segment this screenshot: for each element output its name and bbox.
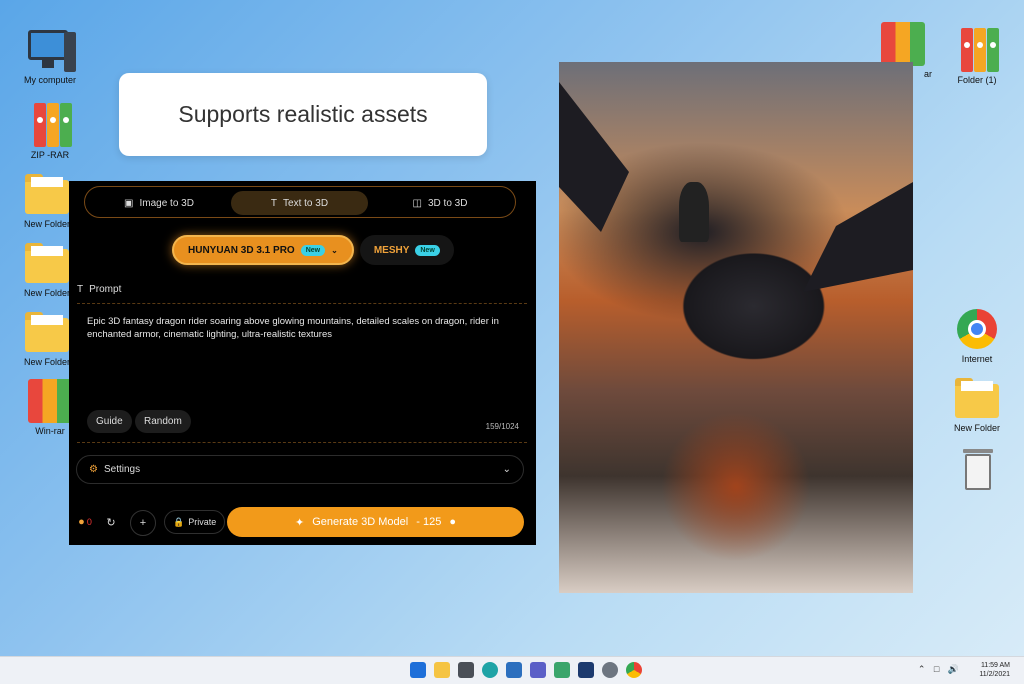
- image-icon: ▣: [124, 197, 134, 209]
- desktop-icon-internet[interactable]: Internet: [944, 307, 1010, 364]
- model-hunyuan-button[interactable]: HUNYUAN 3D 3.1 PRO New ⌄: [172, 235, 354, 265]
- refresh-button[interactable]: ↻: [99, 510, 123, 534]
- maps-icon[interactable]: [554, 662, 570, 678]
- winrar-icon: [955, 28, 999, 72]
- recycle-bin-icon: [955, 449, 999, 494]
- file-explorer-icon[interactable]: [434, 662, 450, 678]
- teams-icon[interactable]: [530, 662, 546, 678]
- chrome-icon[interactable]: [626, 662, 642, 678]
- character-counter: 159/1024: [485, 422, 519, 431]
- start-icon[interactable]: [410, 662, 426, 678]
- system-tray[interactable]: ⌃ □ 🔊: [918, 664, 962, 675]
- desktop-icon-label: ZIP -RAR: [30, 150, 70, 160]
- winrar-icon: [28, 103, 72, 147]
- tab-text-to-3d[interactable]: T Text to 3D: [231, 191, 368, 215]
- store-icon[interactable]: [506, 662, 522, 678]
- taskbar: ⌃ □ 🔊 11:59 AM 11/2/2021: [0, 656, 1024, 684]
- camera-icon[interactable]: [458, 662, 474, 678]
- chevron-down-icon: ⌄: [502, 464, 511, 475]
- text-to-3d-panel: ▣ Image to 3D T Text to 3D ◫ 3D to 3D HU…: [69, 181, 536, 545]
- chevron-down-icon: ⌄: [331, 245, 338, 255]
- prompt-label: T Prompt: [77, 284, 122, 295]
- mode-tabs: ▣ Image to 3D T Text to 3D ◫ 3D to 3D: [84, 186, 516, 218]
- prompt-input[interactable]: Epic 3D fantasy dragon rider soaring abo…: [77, 303, 527, 443]
- folder-icon: [25, 310, 69, 354]
- tab-3d-to-3d[interactable]: ◫ 3D to 3D: [370, 191, 510, 215]
- folder-icon: [955, 376, 999, 420]
- clock[interactable]: 11:59 AM 11/2/2021: [979, 661, 1010, 679]
- app-icon[interactable]: [578, 662, 594, 678]
- folder-icon: [25, 172, 69, 216]
- tab-image-to-3d[interactable]: ▣ Image to 3D: [89, 191, 229, 215]
- random-button[interactable]: Random: [135, 410, 191, 433]
- desktop-icon-label: Internet: [961, 354, 993, 364]
- feature-banner: Supports realistic assets: [119, 73, 487, 156]
- cube-icon: ◫: [412, 197, 422, 209]
- settings-dropdown[interactable]: ⚙ Settings ⌄: [76, 455, 524, 484]
- text-icon: T: [270, 197, 278, 209]
- add-button[interactable]: +: [130, 510, 156, 536]
- magic-wand-icon: ✦: [295, 516, 305, 529]
- winrar-icon: [28, 379, 72, 423]
- gear-icon: ⚙: [89, 464, 98, 475]
- chrome-icon: [955, 307, 999, 351]
- guide-button[interactable]: Guide: [87, 410, 132, 433]
- desktop-icon-zip-rar[interactable]: ZIP -RAR: [17, 103, 83, 160]
- desktop-icon-my-computer[interactable]: My computer: [17, 28, 83, 85]
- generate-3d-model-button[interactable]: ✦ Generate 3D Model - 125 ●: [227, 507, 524, 537]
- credits-indicator: ● 0: [78, 516, 92, 528]
- desktop-icon-label: Folder (1): [957, 75, 997, 85]
- computer-icon: [28, 28, 76, 72]
- action-bar: ● 0 ↻ + 🔒 Private ✦ Generate 3D Model - …: [69, 507, 536, 539]
- desktop-icon-folder-1[interactable]: Folder (1): [944, 28, 1010, 85]
- new-badge: New: [415, 244, 440, 256]
- model-selector: HUNYUAN 3D 3.1 PRO New ⌄ MESHY New: [172, 235, 454, 265]
- desktop-icon-label: New Folder: [953, 423, 1000, 433]
- folder-icon: [25, 241, 69, 285]
- desktop-icon-new-folder[interactable]: New Folder: [944, 376, 1010, 433]
- desktop-icon-recycle-bin[interactable]: [944, 449, 1010, 497]
- refresh-icon: ↻: [106, 516, 116, 529]
- model-meshy-button[interactable]: MESHY New: [359, 235, 454, 265]
- coin-icon: ●: [449, 516, 456, 528]
- text-icon: T: [77, 284, 84, 295]
- lock-icon: 🔒: [173, 516, 185, 527]
- prompt-text: Epic 3D fantasy dragon rider soaring abo…: [87, 316, 499, 340]
- desktop-icon-label: My computer: [23, 75, 76, 85]
- private-toggle[interactable]: 🔒 Private: [164, 510, 226, 534]
- settings-icon[interactable]: [602, 662, 618, 678]
- plus-icon: +: [139, 517, 147, 529]
- coin-icon: ●: [78, 516, 85, 528]
- generated-dragon-image: [559, 62, 913, 593]
- edge-icon[interactable]: [482, 662, 498, 678]
- winrar-icon: [881, 22, 925, 66]
- new-badge: New: [300, 244, 326, 256]
